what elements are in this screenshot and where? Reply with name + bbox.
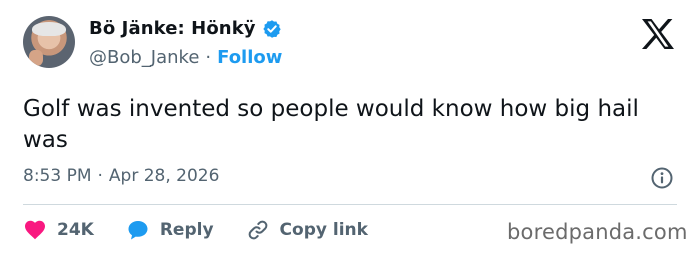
copy-link-button[interactable]: Copy link xyxy=(246,218,368,242)
like-count: 24K xyxy=(57,220,94,240)
tweet-date[interactable]: Apr 28, 2026 xyxy=(109,166,220,186)
reply-label: Reply xyxy=(159,220,214,240)
info-icon[interactable] xyxy=(650,166,674,190)
link-icon xyxy=(248,220,267,240)
watermark: boredpanda.com xyxy=(507,220,688,244)
timestamp-separator: · xyxy=(97,166,103,186)
handle-separator: · xyxy=(205,47,212,68)
avatar-hand xyxy=(29,50,43,66)
tweet-actions: 24K Reply Copy link xyxy=(23,218,400,242)
divider xyxy=(23,204,677,205)
tweet-timestamp[interactable]: 8:53 PM · Apr 28, 2026 xyxy=(23,166,219,186)
author-handle-row: @Bob_Janke · Follow xyxy=(89,47,282,68)
verified-badge-icon xyxy=(262,19,281,38)
heart-icon xyxy=(25,220,45,240)
avatar-hair xyxy=(32,22,66,36)
reply-button[interactable]: Reply xyxy=(126,218,214,242)
copy-link-label: Copy link xyxy=(279,220,368,240)
like-button[interactable]: 24K xyxy=(23,218,94,242)
reply-bubble-icon xyxy=(128,221,148,240)
author-avatar[interactable] xyxy=(23,16,75,68)
tweet-time[interactable]: 8:53 PM xyxy=(23,166,92,186)
tweet-text: Golf was invented so people would know h… xyxy=(23,96,639,153)
x-logo-icon[interactable] xyxy=(640,18,676,50)
author-name-row: Bö Jänke: Hönkÿ xyxy=(89,18,282,39)
follow-button[interactable]: Follow xyxy=(217,47,282,68)
author-handle[interactable]: @Bob_Janke xyxy=(89,47,199,68)
author-display-name[interactable]: Bö Jänke: Hönkÿ xyxy=(89,18,256,39)
